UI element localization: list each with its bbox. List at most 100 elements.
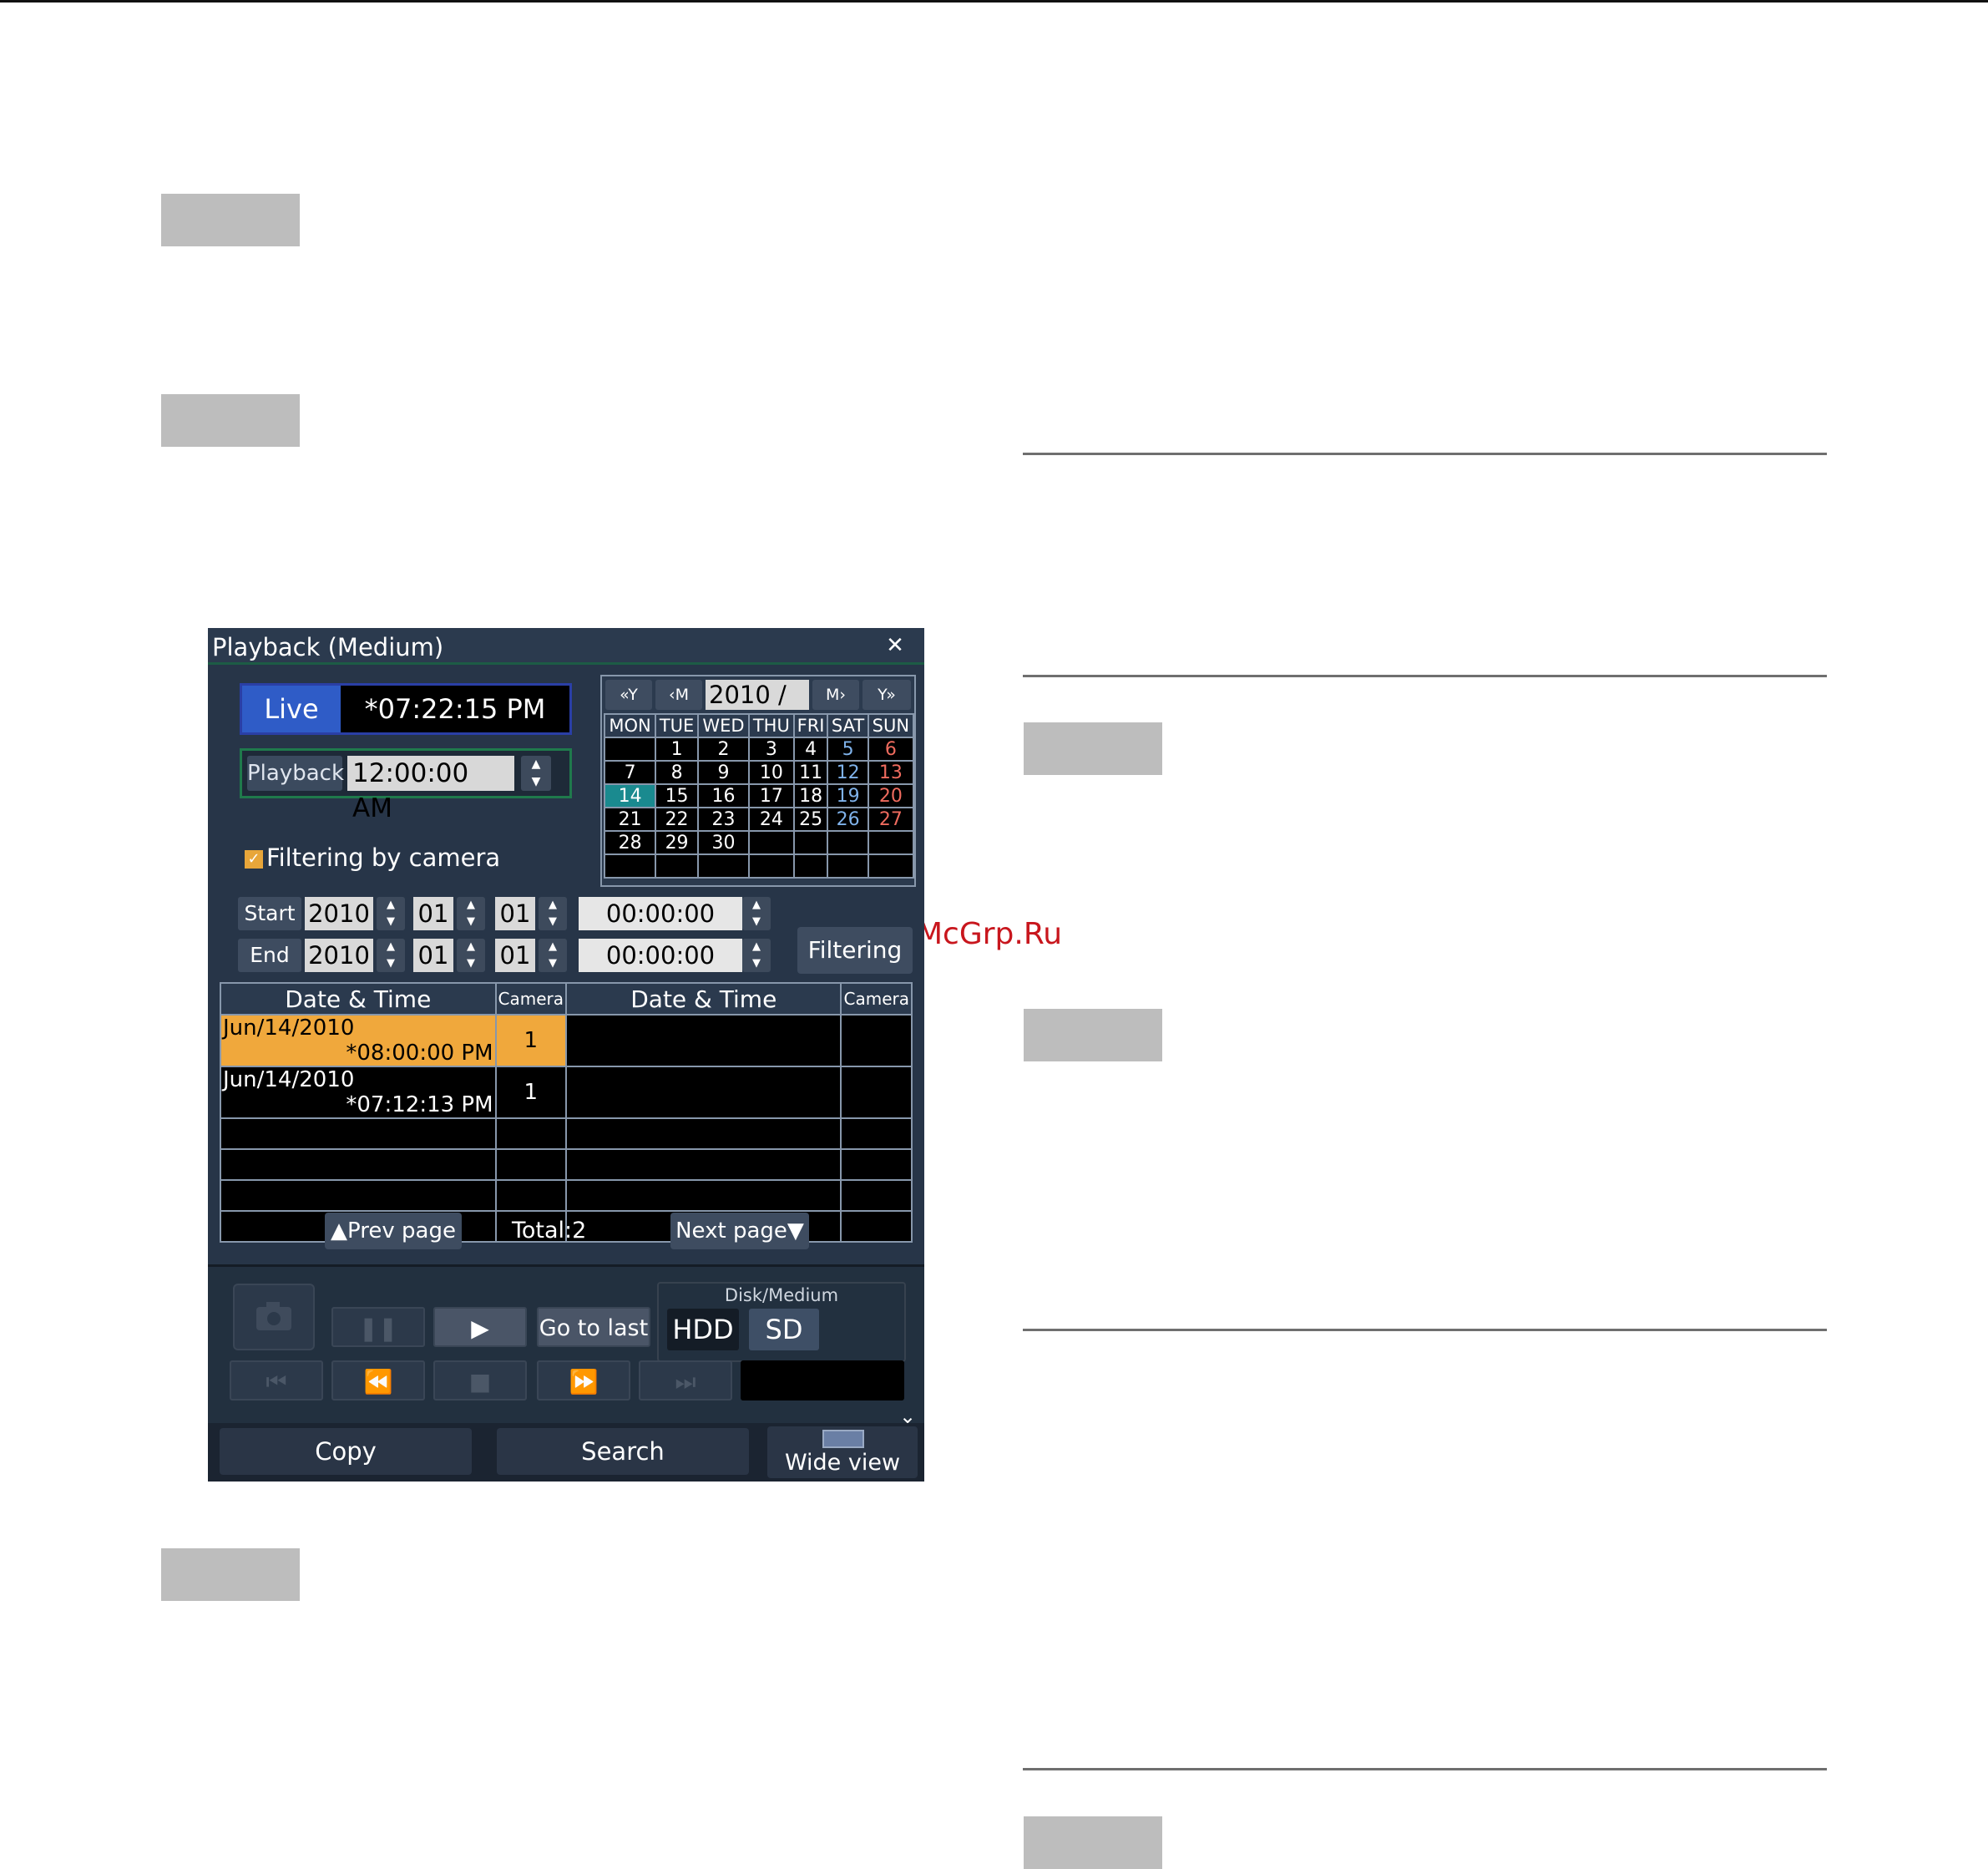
start-day-stepper[interactable]: ▲ ▼ xyxy=(539,897,567,930)
calendar-week-row: 14 15 16 17 18 19 20 xyxy=(603,783,915,808)
end-day-stepper[interactable]: ▲ ▼ xyxy=(539,939,567,972)
hdd-button[interactable]: HDD xyxy=(667,1309,739,1350)
end-year-field[interactable]: 2010 xyxy=(305,939,373,972)
section-marker xyxy=(1024,1009,1162,1061)
close-icon[interactable]: ✕ xyxy=(881,633,909,658)
calendar-day[interactable]: 26 xyxy=(827,807,869,832)
caret-up-icon[interactable]: ▲ xyxy=(742,939,771,955)
start-year-stepper[interactable]: ▲ ▼ xyxy=(377,897,405,930)
caret-down-icon[interactable]: ▼ xyxy=(457,955,485,972)
calendar-day[interactable]: 15 xyxy=(655,783,699,808)
calendar-day[interactable]: 6 xyxy=(867,737,915,762)
calendar-day[interactable]: 21 xyxy=(603,807,657,832)
end-time-field[interactable]: 00:00:00 xyxy=(579,939,742,972)
caret-down-icon[interactable]: ▼ xyxy=(521,773,551,791)
start-time-stepper[interactable]: ▲ ▼ xyxy=(742,897,771,930)
table-row[interactable]: Jun/14/2010 *08:00:00 PM 1 xyxy=(220,1014,913,1067)
end-day-field[interactable]: 01 xyxy=(495,939,535,972)
skip-forward-button[interactable]: ⏭ xyxy=(639,1360,732,1400)
end-month-stepper[interactable]: ▲ ▼ xyxy=(457,939,485,972)
caret-down-icon[interactable]: ▼ xyxy=(377,955,405,972)
calendar-day[interactable]: 23 xyxy=(696,807,750,832)
calendar-day[interactable]: 1 xyxy=(655,737,699,762)
play-button[interactable]: ▶ xyxy=(433,1307,527,1347)
calendar-day[interactable]: 22 xyxy=(655,807,699,832)
prev-page-button[interactable]: ▲Prev page xyxy=(325,1213,462,1249)
calendar-day[interactable]: 2 xyxy=(696,737,750,762)
calendar-day[interactable]: 17 xyxy=(747,783,795,808)
caret-down-icon[interactable]: ▼ xyxy=(377,914,405,930)
calendar-day[interactable]: 29 xyxy=(655,830,699,855)
playback-button[interactable]: Playback xyxy=(247,756,344,791)
playback-time-stepper[interactable]: ▲ ▼ xyxy=(521,756,551,791)
calendar-day[interactable]: 28 xyxy=(603,830,657,855)
calendar-day[interactable]: 20 xyxy=(867,783,915,808)
total-count: Total:2 xyxy=(512,1218,587,1243)
skip-back-button[interactable]: ⏮ xyxy=(230,1360,323,1400)
start-year-field[interactable]: 2010 xyxy=(305,897,373,930)
end-year-stepper[interactable]: ▲ ▼ xyxy=(377,939,405,972)
caret-down-icon[interactable]: ▼ xyxy=(539,955,567,972)
pause-button[interactable]: ❚❚ xyxy=(331,1307,425,1347)
playback-time-field[interactable]: 12:00:00 AM xyxy=(347,756,514,823)
sd-button[interactable]: SD xyxy=(749,1309,819,1350)
calendar-day[interactable]: 19 xyxy=(827,783,869,808)
calendar-day[interactable]: 18 xyxy=(792,783,829,808)
calendar-day[interactable]: 25 xyxy=(792,807,829,832)
filtering-button[interactable]: Filtering xyxy=(797,927,913,974)
fast-forward-button[interactable]: ⏩ xyxy=(537,1360,630,1400)
start-month-stepper[interactable]: ▲ ▼ xyxy=(457,897,485,930)
calendar-day[interactable]: 27 xyxy=(867,807,915,832)
next-month-button[interactable]: M› xyxy=(812,680,859,710)
stop-button[interactable]: ■ xyxy=(433,1360,527,1400)
table-row[interactable] xyxy=(220,1117,913,1150)
calendar-day[interactable]: 30 xyxy=(696,830,750,855)
wide-view-button[interactable]: Wide view xyxy=(767,1426,918,1478)
calendar-day[interactable]: 24 xyxy=(747,807,795,832)
end-month-field[interactable]: 01 xyxy=(413,939,453,972)
caret-up-icon[interactable]: ▲ xyxy=(457,939,485,955)
caret-up-icon[interactable]: ▲ xyxy=(377,897,405,914)
rewind-button[interactable]: ⏪ xyxy=(331,1360,425,1400)
live-button[interactable]: Live xyxy=(242,686,341,732)
caret-down-icon[interactable]: ▼ xyxy=(742,914,771,930)
chevron-down-icon[interactable]: ⌄ xyxy=(899,1405,916,1428)
table-row[interactable] xyxy=(220,1179,913,1212)
calendar-day[interactable]: 4 xyxy=(792,737,829,762)
start-time-field[interactable]: 00:00:00 xyxy=(579,897,742,930)
caret-up-icon[interactable]: ▲ xyxy=(377,939,405,955)
caret-up-icon[interactable]: ▲ xyxy=(539,897,567,914)
calendar-day[interactable]: 8 xyxy=(655,760,699,785)
prev-year-button[interactable]: «Y xyxy=(605,680,652,710)
calendar-day[interactable]: 9 xyxy=(696,760,750,785)
calendar-day[interactable]: 12 xyxy=(827,760,869,785)
calendar-day[interactable]: 3 xyxy=(747,737,795,762)
table-row[interactable] xyxy=(220,1148,913,1181)
calendar-day[interactable]: 10 xyxy=(747,760,795,785)
next-page-button[interactable]: Next page▼ xyxy=(670,1213,809,1249)
search-button[interactable]: Search xyxy=(497,1428,749,1475)
caret-up-icon[interactable]: ▲ xyxy=(457,897,485,914)
caret-down-icon[interactable]: ▼ xyxy=(742,955,771,972)
start-day-field[interactable]: 01 xyxy=(495,897,535,930)
caret-down-icon[interactable]: ▼ xyxy=(457,914,485,930)
calendar-day[interactable]: 16 xyxy=(696,783,750,808)
filter-checkbox[interactable]: ✓ xyxy=(245,850,263,869)
caret-up-icon[interactable]: ▲ xyxy=(521,756,551,773)
caret-up-icon[interactable]: ▲ xyxy=(742,897,771,914)
calendar-day[interactable]: 7 xyxy=(603,760,657,785)
start-month-field[interactable]: 01 xyxy=(413,897,453,930)
calendar-day[interactable]: 11 xyxy=(792,760,829,785)
end-time-stepper[interactable]: ▲ ▼ xyxy=(742,939,771,972)
go-to-last-button[interactable]: Go to last xyxy=(537,1307,650,1347)
calendar-day[interactable]: 5 xyxy=(827,737,869,762)
prev-month-button[interactable]: ‹M xyxy=(655,680,702,710)
next-year-button[interactable]: Y» xyxy=(862,680,911,710)
copy-button[interactable]: Copy xyxy=(220,1428,472,1475)
caret-up-icon[interactable]: ▲ xyxy=(539,939,567,955)
calendar-day[interactable]: 14 xyxy=(603,783,657,808)
table-row[interactable]: Jun/14/2010 *07:12:13 PM 1 xyxy=(220,1066,913,1119)
calendar-day[interactable]: 13 xyxy=(867,760,915,785)
snapshot-button[interactable] xyxy=(233,1284,315,1350)
caret-down-icon[interactable]: ▼ xyxy=(539,914,567,930)
